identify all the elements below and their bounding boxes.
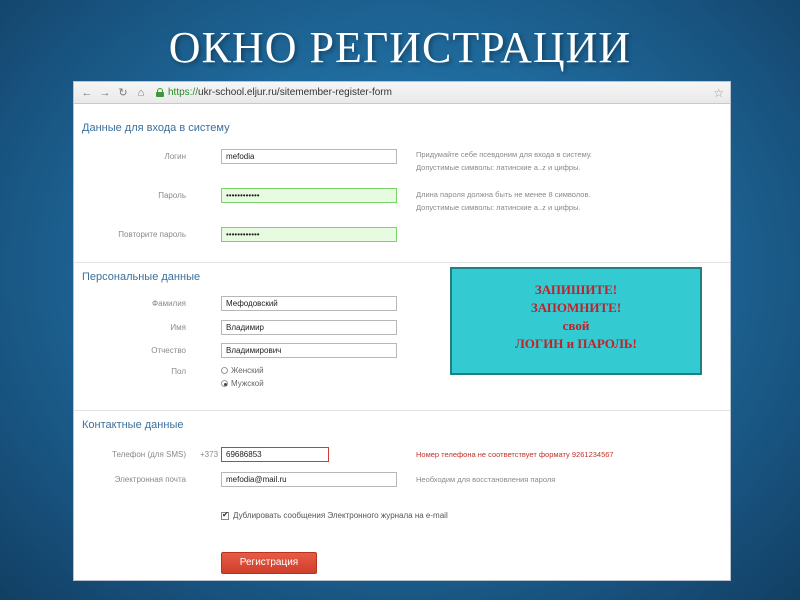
callout-line-3: свой <box>562 318 590 333</box>
login-hint-1: Придумайте себе псевдоним для входа в си… <box>416 150 593 159</box>
password-input[interactable]: •••••••••••• <box>221 188 397 203</box>
callout-line-4: ЛОГИН и ПАРОЛЬ! <box>515 336 637 351</box>
reminder-callout: ЗАПИШИТЕ! ЗАПОМНИТЕ! свой ЛОГИН и ПАРОЛЬ… <box>450 267 702 375</box>
email-hint: Необходим для восстановления пароля <box>416 475 556 484</box>
name-input[interactable]: Владимир <box>221 320 397 335</box>
contact-section: Контактные данные Телефон (для SMS) +373… <box>74 410 730 580</box>
password-label: Пароль <box>158 191 186 200</box>
gender-female-label: Женский <box>231 366 264 375</box>
login-input[interactable]: mefodia <box>221 149 397 164</box>
personal-section-title: Персональные данные <box>82 271 201 283</box>
login-section-title: Данные для входа в систему <box>82 122 230 134</box>
password-hint-2: Допустимые символы: латинские a..z и циф… <box>416 203 581 212</box>
url-scheme: https:// <box>168 87 199 98</box>
login-hint-2: Допустимые символы: латинские a..z и циф… <box>416 163 581 172</box>
gender-male-radio[interactable]: Мужской <box>221 379 264 388</box>
slide-title: ОКНО РЕГИСТРАЦИИ <box>168 23 632 72</box>
login-section: Данные для входа в систему Логин mefodia… <box>74 104 730 269</box>
callout-line-1: ЗАПИШИТЕ! <box>534 282 618 297</box>
name-label: Имя <box>170 323 186 332</box>
home-icon[interactable]: ⌂ <box>134 87 148 99</box>
repeat-password-input[interactable]: •••••••••••• <box>221 227 397 242</box>
reload-icon[interactable]: ↻ <box>116 86 130 99</box>
surname-label: Фамилия <box>152 299 186 308</box>
star-icon[interactable]: ☆ <box>713 86 724 100</box>
duplicate-email-checkbox[interactable] <box>221 510 229 520</box>
login-label: Логин <box>164 152 186 161</box>
email-input[interactable]: mefodia@mail.ru <box>221 472 397 487</box>
url-path: ukr-school.eljur.ru/sitemember-register-… <box>198 87 392 98</box>
contact-section-title: Контактные данные <box>82 419 184 431</box>
address-bar[interactable]: https://ukr-school.eljur.ru/sitemember-r… <box>168 87 392 98</box>
lock-icon <box>156 88 164 97</box>
radio-male-dot[interactable] <box>221 380 228 387</box>
password-hint-1: Длина пароля должна быть не менее 8 симв… <box>416 190 591 199</box>
patronymic-label: Отчество <box>151 346 186 355</box>
email-label: Электронная почта <box>114 475 186 484</box>
gender-male-label: Мужской <box>231 379 264 388</box>
phone-prefix: +373 <box>200 450 219 459</box>
radio-female-dot[interactable] <box>221 367 228 374</box>
repeat-password-label: Повторите пароль <box>118 230 186 239</box>
register-button[interactable]: Регистрация <box>221 552 317 574</box>
duplicate-email-option[interactable]: Дублировать сообщения Электронного журна… <box>221 510 448 520</box>
phone-error: Номер телефона не соответствует формату … <box>416 450 614 459</box>
browser-toolbar: ← → ↻ ⌂ https://ukr-school.eljur.ru/site… <box>74 82 730 104</box>
surname-input[interactable]: Мефодовский <box>221 296 397 311</box>
phone-input[interactable]: 69686853 <box>221 447 329 462</box>
patronymic-input[interactable]: Владимирович <box>221 343 397 358</box>
gender-female-radio[interactable]: Женский <box>221 366 264 375</box>
forward-arrow-icon[interactable]: → <box>98 87 112 99</box>
duplicate-email-label: Дублировать сообщения Электронного журна… <box>233 511 448 520</box>
callout-line-2: ЗАПОМНИТЕ! <box>530 300 622 315</box>
phone-label: Телефон (для SMS) <box>112 450 186 459</box>
back-arrow-icon[interactable]: ← <box>80 87 94 99</box>
gender-label: Пол <box>171 367 186 376</box>
